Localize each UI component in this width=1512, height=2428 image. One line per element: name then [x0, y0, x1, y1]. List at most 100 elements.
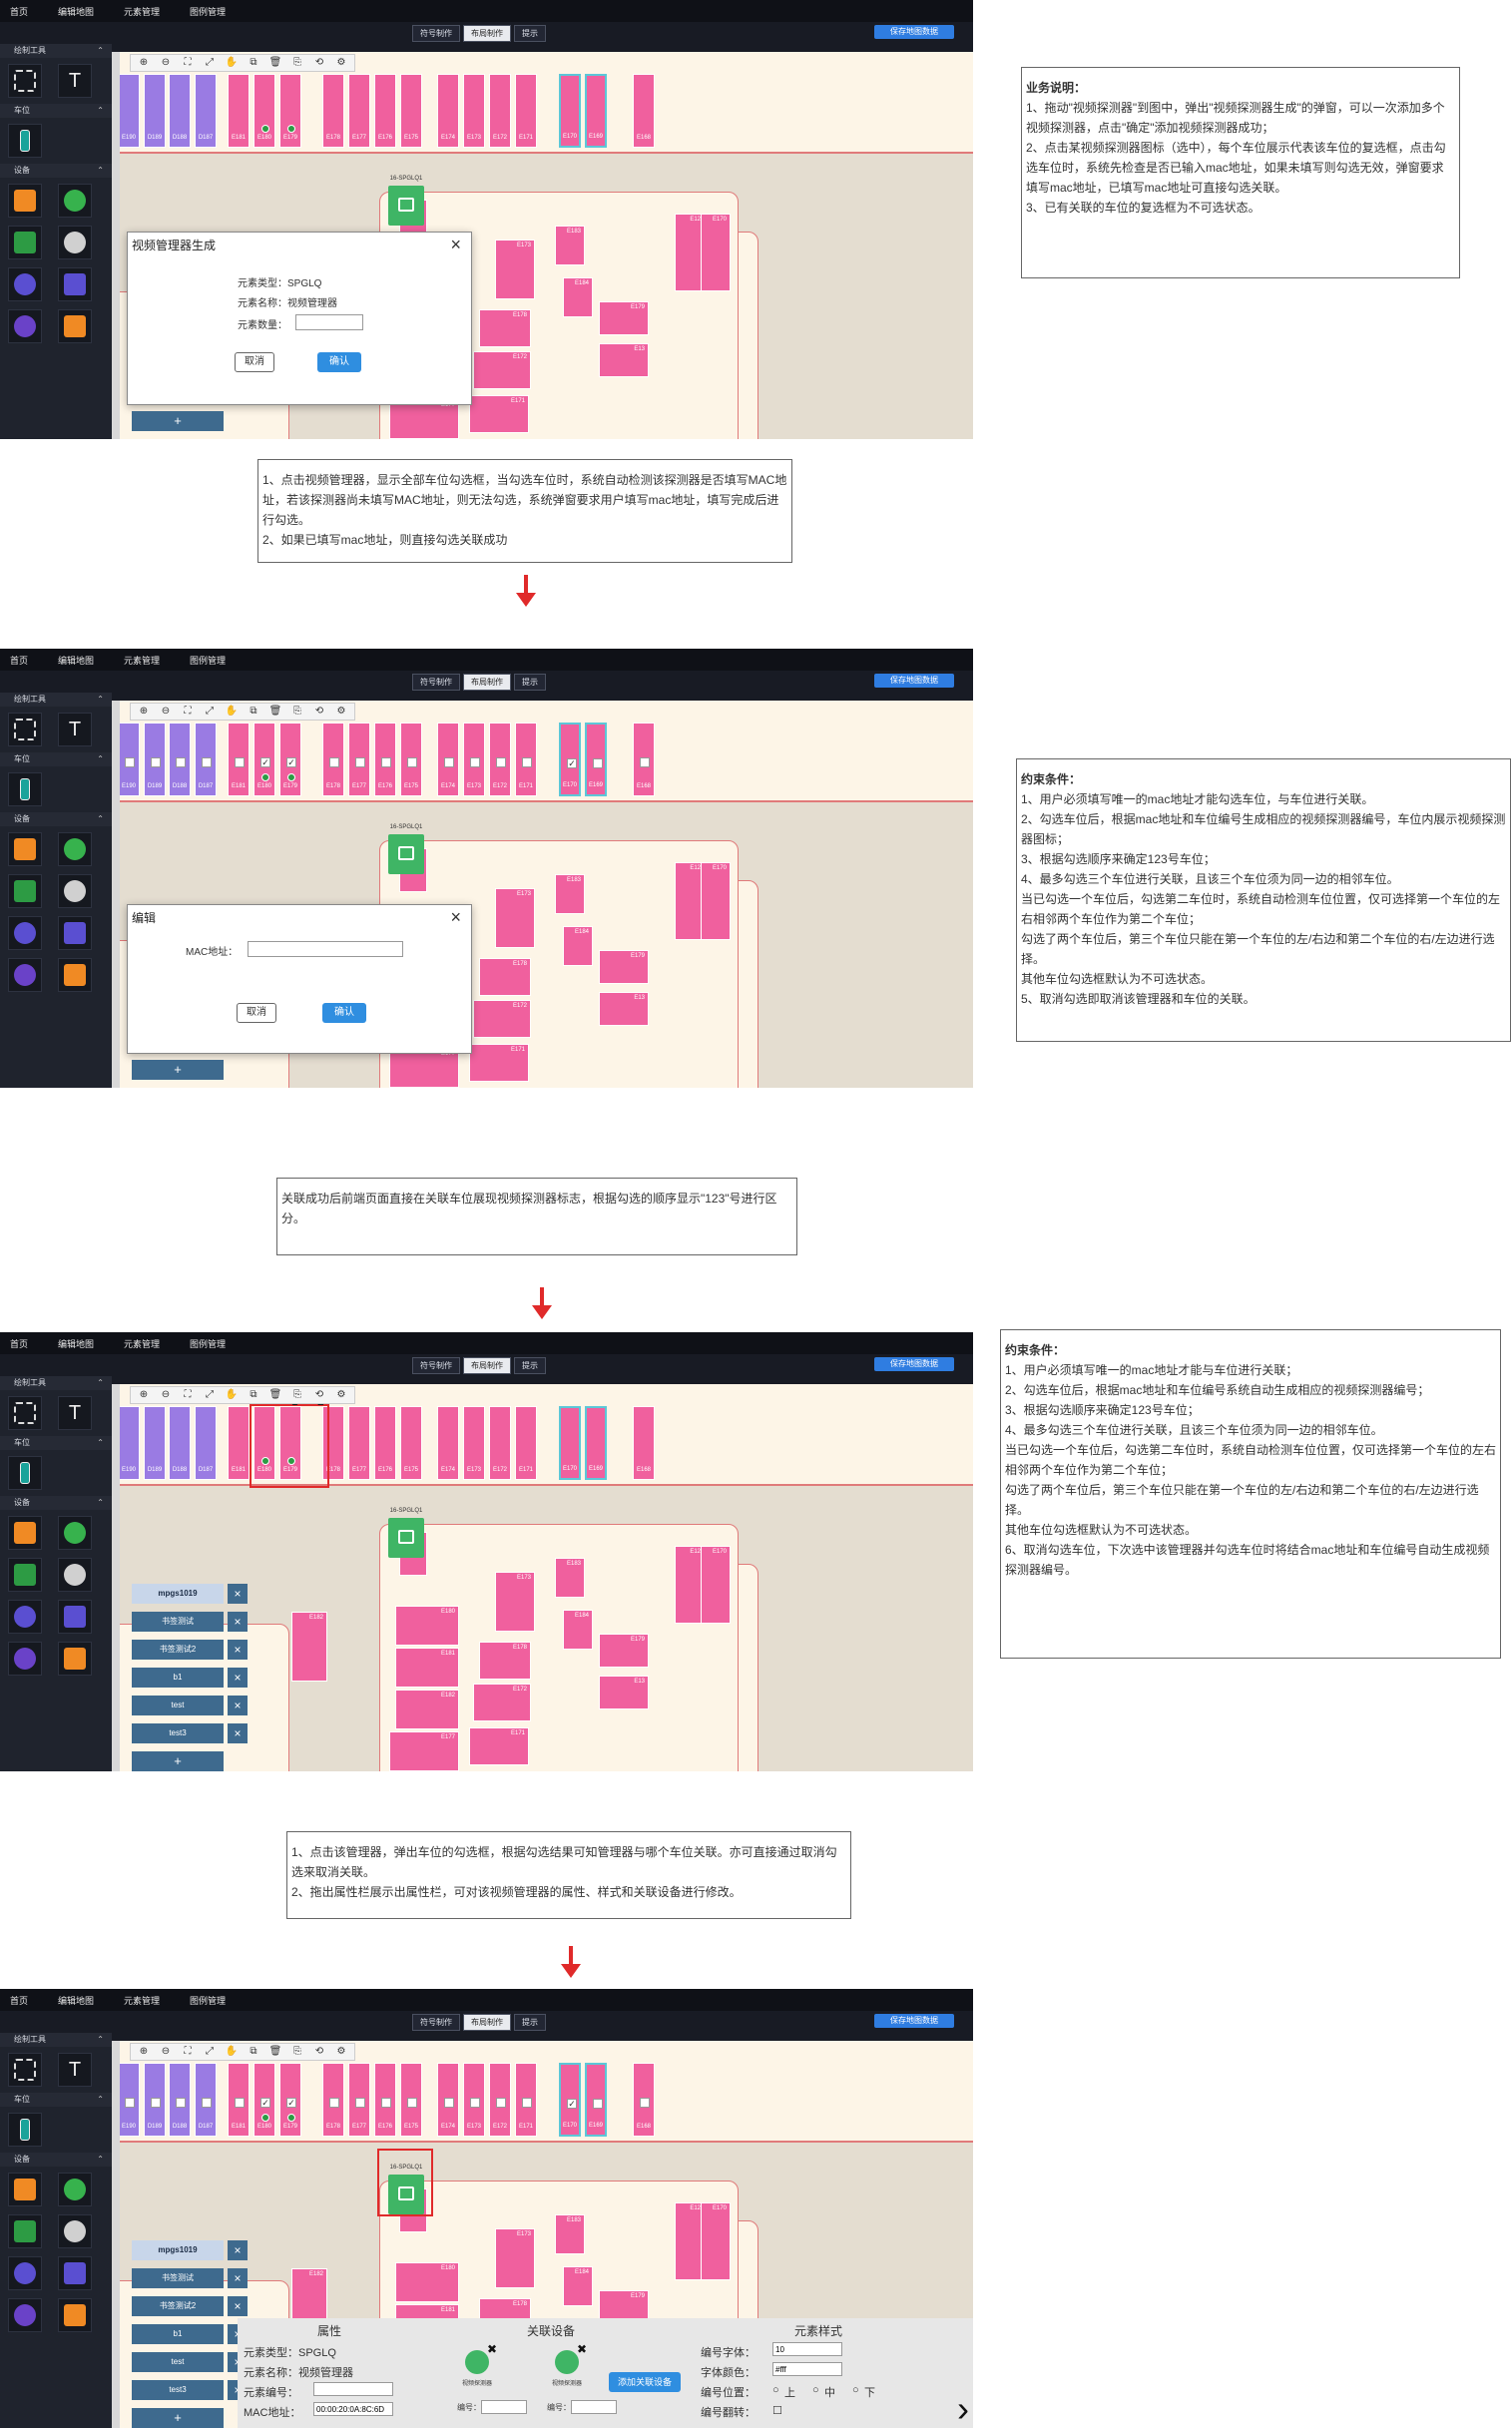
mode-tab[interactable]: 符号制作 [412, 674, 460, 691]
parking-slot[interactable]: E180 [253, 74, 275, 148]
vertical-scrollbar[interactable] [112, 2041, 120, 2428]
undo-icon[interactable]: ⎘ [286, 1387, 308, 1403]
device-tool[interactable] [58, 832, 92, 866]
device-tool[interactable] [58, 958, 92, 992]
device-tool[interactable] [58, 1558, 92, 1592]
chevron-up-icon[interactable]: ⌃ [97, 812, 104, 826]
next-arrow-icon[interactable]: › [957, 2388, 969, 2428]
parking-slot[interactable]: D188 [169, 2063, 191, 2137]
mac-input[interactable] [313, 2402, 393, 2416]
slot-checkbox[interactable] [125, 2098, 135, 2108]
device-tool[interactable] [58, 1600, 92, 1634]
linked-device[interactable]: ✖ 视频探测器 [457, 2342, 497, 2392]
slot-checkbox[interactable] [407, 2098, 417, 2108]
fit-icon[interactable]: ⛶ [177, 2044, 199, 2060]
parking-slot[interactable]: E172 [489, 74, 511, 148]
fullscreen-icon[interactable]: ⤢ [199, 55, 221, 71]
parking-slot[interactable]: D187 [195, 1406, 217, 1480]
parking-slot[interactable]: E168 [633, 74, 655, 148]
zoom-out-icon[interactable]: ⊖ [155, 2044, 177, 2060]
cancel-button[interactable]: 取消 [235, 352, 274, 372]
font-size-select[interactable] [772, 2342, 842, 2356]
device-tool[interactable] [58, 2298, 92, 2332]
parking-slot[interactable]: E176 [374, 2063, 396, 2137]
undo-icon[interactable]: ⎘ [286, 55, 308, 71]
save-map-button[interactable]: 保存地图数据 [874, 1357, 954, 1371]
slot-checkbox[interactable] [640, 2098, 650, 2108]
manager-list-item[interactable]: test [132, 1696, 224, 1715]
fit-icon[interactable]: ⛶ [177, 1387, 199, 1403]
device-tool[interactable] [58, 184, 92, 218]
remove-icon[interactable]: × [228, 1640, 248, 1660]
parking-slot[interactable]: E175 [400, 74, 422, 148]
section-parking[interactable]: 车位 ⌃ [0, 104, 112, 118]
parking-slot[interactable]: E177 [348, 1406, 370, 1480]
nav-item[interactable]: 元素管理 [124, 1994, 160, 2007]
device-tool[interactable] [8, 1600, 42, 1634]
parking-slot[interactable]: E174 [437, 1406, 459, 1480]
device-tool[interactable] [58, 309, 92, 343]
slot-checkbox[interactable]: ✓ [260, 757, 270, 767]
parking-slot[interactable]: E170 [559, 1406, 581, 1480]
nav-item[interactable]: 首页 [10, 1994, 28, 2007]
parking-slot[interactable]: E184 [563, 2266, 593, 2306]
device-tool[interactable] [8, 874, 42, 908]
parking-slot[interactable]: E173 [495, 1572, 535, 1632]
parking-slot[interactable]: E175 [400, 2063, 422, 2137]
device-tool[interactable] [8, 2214, 42, 2248]
device-tool[interactable] [8, 916, 42, 950]
device-code-input[interactable] [481, 2400, 527, 2414]
parking-slot[interactable]: E180 ✓ [253, 2063, 275, 2137]
remove-icon[interactable]: × [228, 1612, 248, 1632]
slot-checkbox[interactable] [496, 2098, 506, 2108]
chevron-up-icon[interactable]: ⌃ [97, 44, 104, 58]
slot-checkbox[interactable] [640, 757, 650, 767]
parking-slot[interactable]: E190 [120, 74, 140, 148]
slot-checkbox[interactable] [522, 2098, 532, 2108]
parking-slot[interactable]: E184 [563, 277, 593, 317]
position-radio[interactable]: ○ [812, 2384, 819, 2396]
add-manager-button[interactable]: + [132, 411, 224, 431]
device-tool[interactable] [8, 2173, 42, 2206]
parking-slot[interactable]: D188 [169, 74, 191, 148]
parking-slot[interactable]: E182 [395, 1690, 459, 1729]
redo-icon[interactable]: ⟲ [308, 704, 330, 720]
device-tool[interactable] [8, 1642, 42, 1676]
zoom-out-icon[interactable]: ⊖ [155, 55, 177, 71]
parking-slot[interactable]: E179 ✓ [279, 723, 301, 796]
section-devices[interactable]: 设备 ⌃ [0, 164, 112, 178]
zoom-in-icon[interactable]: ⊕ [133, 55, 155, 71]
parking-slot[interactable]: E176 [374, 1406, 396, 1480]
mode-tab[interactable]: 布局制作 [463, 2014, 511, 2031]
manager-list-item[interactable]: 书签测试 [132, 2268, 224, 2288]
parking-slot[interactable]: E171 [469, 1044, 529, 1082]
save-map-button[interactable]: 保存地图数据 [874, 674, 954, 688]
zoom-in-icon[interactable]: ⊕ [133, 1387, 155, 1403]
parking-slot[interactable]: E183 [555, 2214, 585, 2254]
redo-icon[interactable]: ⟲ [308, 1387, 330, 1403]
parking-slot[interactable]: E179 [599, 1634, 649, 1668]
parking-slot[interactable]: D187 [195, 74, 217, 148]
chevron-up-icon[interactable]: ⌃ [97, 693, 104, 707]
remove-icon[interactable]: × [228, 1696, 248, 1715]
manager-list-item[interactable]: 书签测试2 [132, 2296, 224, 2316]
parking-slot[interactable]: E171 [515, 74, 537, 148]
parking-slot[interactable]: E179 [599, 301, 649, 335]
parking-space-tool[interactable] [8, 1456, 42, 1490]
delete-icon[interactable]: 🗑 [264, 2044, 286, 2060]
parking-slot[interactable]: E177 [348, 2063, 370, 2137]
device-tool[interactable] [8, 1516, 42, 1550]
parking-slot[interactable]: E172 [473, 1684, 531, 1721]
undo-icon[interactable]: ⎘ [286, 2044, 308, 2060]
section-draw-tools[interactable]: 绘制工具 ⌃ [0, 44, 112, 58]
text-tool[interactable]: T [58, 1396, 92, 1430]
nav-item[interactable]: 编辑地图 [58, 654, 94, 667]
parking-slot[interactable]: E170 [701, 1546, 731, 1624]
video-manager-icon[interactable]: 16-SPGLQ1 [388, 1508, 424, 1558]
nav-item[interactable]: 编辑地图 [58, 5, 94, 18]
parking-slot[interactable]: E170 ✓ [559, 2063, 581, 2137]
parking-slot[interactable]: E171 [515, 1406, 537, 1480]
device-tool[interactable] [8, 2298, 42, 2332]
font-color-input[interactable] [772, 2362, 842, 2376]
manager-list-item[interactable]: test [132, 2352, 224, 2372]
